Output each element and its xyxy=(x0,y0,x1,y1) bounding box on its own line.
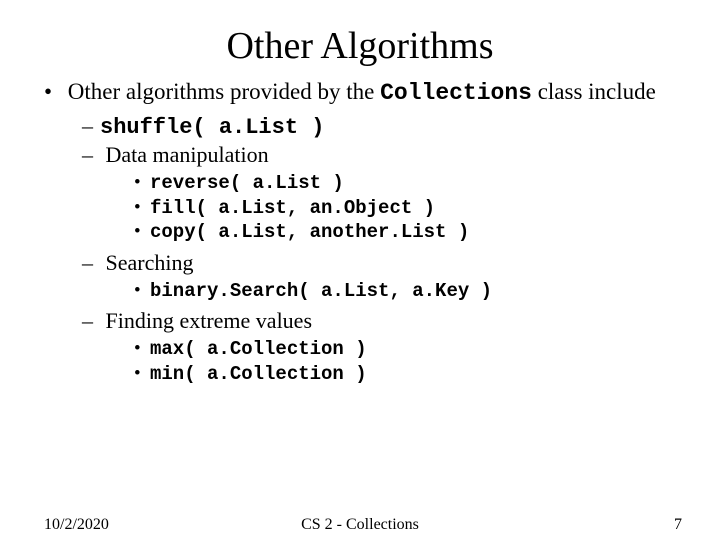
fill-item: fill( a.List, an.Object ) xyxy=(150,196,676,221)
bullet-list-level2: shuffle( a.List ) Data manipulation reve… xyxy=(54,112,676,387)
searching-label: Searching xyxy=(106,250,194,275)
intro-text-before: Other algorithms provided by the xyxy=(68,79,380,104)
intro-bullet: Other algorithms provided by the Collect… xyxy=(54,78,676,386)
fill-code: fill( a.List, an.Object ) xyxy=(150,197,435,219)
reverse-item: reverse( a.List ) xyxy=(150,171,676,196)
extreme-sublist: max( a.Collection ) min( a.Collection ) xyxy=(100,337,676,387)
shuffle-item: shuffle( a.List ) xyxy=(100,112,676,142)
reverse-code: reverse( a.List ) xyxy=(150,172,344,194)
binarysearch-item: binary.Search( a.List, a.Key ) xyxy=(150,279,676,304)
slide-body: Other algorithms provided by the Collect… xyxy=(0,78,720,386)
binarysearch-code: binary.Search( a.List, a.Key ) xyxy=(150,280,492,302)
datamanip-label: Data manipulation xyxy=(106,142,269,167)
searching-sublist: binary.Search( a.List, a.Key ) xyxy=(100,279,676,304)
min-item: min( a.Collection ) xyxy=(150,362,676,387)
bullet-list-level1: Other algorithms provided by the Collect… xyxy=(44,78,676,386)
intro-text-after: class include xyxy=(532,79,656,104)
intro-code: Collections xyxy=(380,80,532,106)
slide-title: Other Algorithms xyxy=(0,0,720,78)
extreme-item: Finding extreme values max( a.Collection… xyxy=(100,307,676,386)
slide: Other Algorithms Other algorithms provid… xyxy=(0,0,720,540)
footer-center: CS 2 - Collections xyxy=(0,516,720,534)
copy-item: copy( a.List, another.List ) xyxy=(150,220,676,245)
min-code: min( a.Collection ) xyxy=(150,363,367,385)
datamanip-item: Data manipulation reverse( a.List ) fill… xyxy=(100,141,676,245)
searching-item: Searching binary.Search( a.List, a.Key ) xyxy=(100,249,676,303)
max-code: max( a.Collection ) xyxy=(150,338,367,360)
datamanip-sublist: reverse( a.List ) fill( a.List, an.Objec… xyxy=(100,171,676,245)
footer-page: 7 xyxy=(674,516,682,534)
extreme-label: Finding extreme values xyxy=(106,308,313,333)
shuffle-code: shuffle( a.List ) xyxy=(100,115,324,140)
copy-code: copy( a.List, another.List ) xyxy=(150,221,469,243)
max-item: max( a.Collection ) xyxy=(150,337,676,362)
